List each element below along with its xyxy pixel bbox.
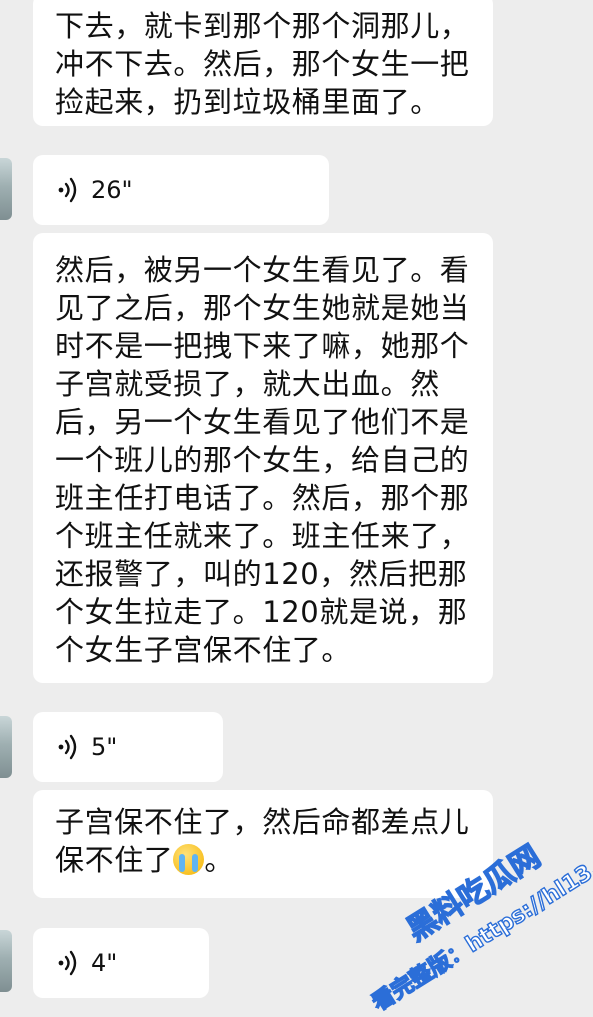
message-line: 个女生拉走了。120就是说，那 xyxy=(55,595,468,629)
message-line: 然后，被另一个女生看见了。看 xyxy=(55,253,470,287)
message-text: 保不住了 xyxy=(55,843,174,877)
message-line: 还报警了，叫的120，然后把那 xyxy=(55,557,468,591)
message-punctuation: 。 xyxy=(204,843,235,877)
message-line: 捡起来，扔到垃圾桶里面了。 xyxy=(55,85,440,119)
message-line: 见了之后，那个女生她就是她当 xyxy=(55,291,470,325)
voice-wave-icon xyxy=(58,177,77,203)
avatar[interactable] xyxy=(0,158,12,220)
voice-message-26s[interactable]: 26" xyxy=(33,155,329,225)
message-line: 一个班儿的那个女生，给自己的 xyxy=(55,443,470,477)
message-bubble-1[interactable]: 下去，就卡到那个那个洞那儿， 冲不下去。然后，那个女生一把 捡起来，扔到垃圾桶里… xyxy=(33,0,493,126)
voice-duration: 26" xyxy=(91,176,133,204)
avatar[interactable] xyxy=(0,930,12,992)
voice-wave-icon xyxy=(58,734,77,760)
message-line: 个班主任就来了。班主任来了， xyxy=(55,519,470,553)
message-line: 保不住了。 xyxy=(55,841,471,879)
voice-message-4s[interactable]: 4" xyxy=(33,928,209,998)
message-line: 子宫保不住了，然后命都差点儿 xyxy=(55,805,470,839)
message-line: 冲不下去。然后，那个女生一把 xyxy=(55,47,470,81)
voice-wave-icon xyxy=(58,950,77,976)
message-line: 下去，就卡到那个那个洞那儿， xyxy=(55,9,470,43)
message-bubble-5[interactable]: 子宫保不住了，然后命都差点儿 保不住了。 xyxy=(33,790,493,898)
message-bubble-3[interactable]: 然后，被另一个女生看见了。看 见了之后，那个女生她就是她当 时不是一把拽下来了嘛… xyxy=(33,233,493,683)
voice-message-5s[interactable]: 5" xyxy=(33,712,223,782)
avatar[interactable] xyxy=(0,716,12,778)
message-line: 班主任打电话了。然后，那个那 xyxy=(55,481,470,515)
voice-duration: 4" xyxy=(91,949,118,977)
message-line: 时不是一把拽下来了嘛，她那个 xyxy=(55,329,470,363)
message-line: 子宫就受损了，就大出血。然 xyxy=(55,367,440,401)
message-line: 后，另一个女生看见了他们不是 xyxy=(55,405,470,439)
loudly-crying-face-icon xyxy=(173,844,205,875)
message-line: 个女生子宫保不住了。 xyxy=(55,633,352,667)
voice-duration: 5" xyxy=(91,733,118,761)
